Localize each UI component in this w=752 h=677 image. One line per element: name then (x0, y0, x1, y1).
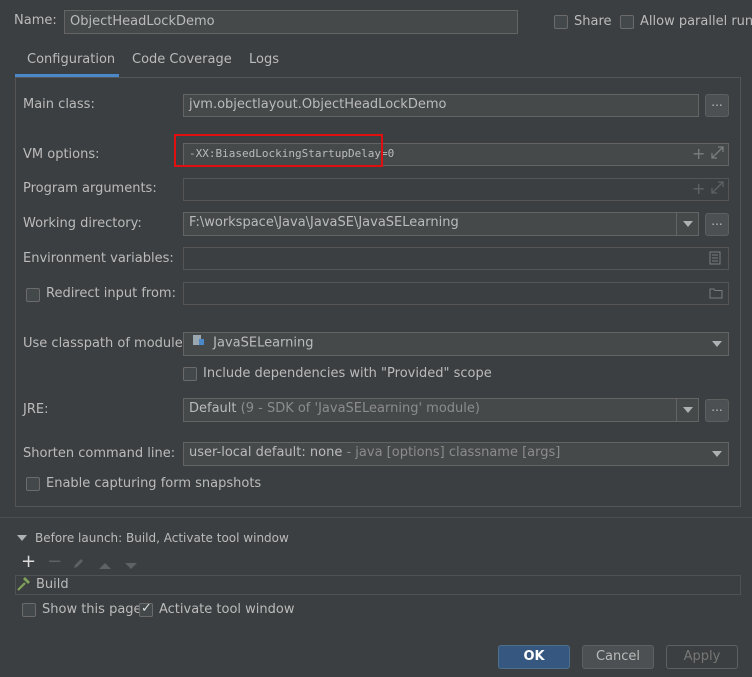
folder-icon[interactable] (709, 287, 723, 303)
environment-variables-edit-icon[interactable] (709, 251, 721, 269)
show-this-page-checkbox[interactable] (22, 603, 36, 617)
allow-parallel-label: Allow parallel run (640, 14, 752, 29)
before-launch-title[interactable]: Before launch: Build, Activate tool wind… (35, 531, 289, 545)
jre-label: JRE: (23, 402, 49, 417)
list-item[interactable]: Build (16, 576, 416, 594)
remove-icon[interactable]: − (47, 553, 62, 571)
classpath-module-label: Use classpath of module: (23, 336, 188, 351)
vm-options-add-icon[interactable]: + (692, 144, 705, 163)
ok-button[interactable]: OK (498, 645, 570, 669)
build-item-label: Build (36, 577, 69, 592)
environment-variables-input[interactable] (183, 247, 729, 270)
show-this-page-label: Show this page (42, 602, 142, 617)
classpath-module-dropdown-icon[interactable] (706, 333, 728, 355)
edit-icon[interactable] (73, 557, 85, 573)
vm-options-expand-icon[interactable] (711, 146, 724, 163)
redirect-input-field[interactable] (183, 282, 729, 305)
main-class-browse-button[interactable]: ... (705, 94, 729, 117)
activate-tool-window-checkbox[interactable] (139, 601, 153, 617)
highlight-box (174, 134, 383, 167)
tab-logs[interactable]: Logs (249, 52, 279, 67)
cancel-button[interactable]: Cancel (582, 645, 654, 669)
redirect-input-label: Redirect input from: (46, 286, 176, 301)
main-class-input[interactable]: jvm.objectlayout.ObjectHeadLockDemo (183, 94, 699, 117)
move-down-icon[interactable] (125, 559, 137, 574)
apply-button[interactable]: Apply (666, 645, 738, 669)
shorten-command-line-combo[interactable]: user-local default: none - java [options… (183, 442, 729, 466)
shorten-command-line-label: Shorten command line: (23, 446, 176, 461)
divider (0, 517, 752, 518)
jre-browse-button[interactable]: ... (705, 399, 729, 422)
name-input[interactable]: ObjectHeadLockDemo (64, 10, 518, 34)
include-dependencies-label: Include dependencies with "Provided" sco… (203, 366, 492, 381)
working-directory-dropdown-icon[interactable] (676, 213, 698, 235)
add-icon[interactable]: + (21, 553, 36, 571)
main-class-label: Main class: (23, 97, 95, 112)
working-directory-browse-button[interactable]: ... (705, 213, 729, 236)
classpath-module-combo[interactable]: JavaSELearning (183, 332, 729, 356)
jre-combo[interactable]: Default (9 - SDK of 'JavaSELearning' mod… (183, 398, 699, 422)
classpath-module-value: JavaSELearning (213, 335, 314, 351)
jre-value-main: Default (189, 401, 237, 416)
shorten-value-detail: - java [options] classname [args] (346, 445, 561, 460)
working-directory-label: Working directory: (23, 216, 142, 231)
working-directory-value: F:\workspace\Java\JavaSE\JavaSELearning (189, 215, 459, 230)
program-arguments-input[interactable] (183, 178, 729, 201)
working-directory-combo[interactable]: F:\workspace\Java\JavaSE\JavaSELearning (183, 212, 699, 236)
shorten-value-main: user-local default: none (189, 445, 343, 460)
shorten-dropdown-icon[interactable] (706, 443, 728, 465)
hammer-icon (16, 577, 31, 596)
jre-value-detail: (9 - SDK of 'JavaSELearning' module) (240, 401, 480, 416)
vm-options-label: VM options: (23, 147, 100, 162)
tab-code-coverage[interactable]: Code Coverage (132, 52, 232, 67)
enable-snapshots-label: Enable capturing form snapshots (46, 476, 262, 491)
include-dependencies-checkbox[interactable] (183, 367, 197, 381)
program-arguments-label: Program arguments: (23, 181, 157, 196)
module-icon (192, 333, 205, 353)
tab-configuration[interactable]: Configuration (27, 52, 115, 67)
jre-dropdown-icon[interactable] (676, 399, 698, 421)
share-checkbox[interactable] (554, 15, 568, 29)
allow-parallel-checkbox[interactable] (620, 15, 634, 29)
environment-variables-label: Environment variables: (23, 251, 174, 266)
program-arguments-add-icon[interactable]: + (692, 179, 705, 198)
redirect-input-checkbox[interactable] (26, 288, 40, 302)
activate-tool-window-label: Activate tool window (159, 602, 295, 617)
share-label: Share (574, 14, 612, 29)
move-up-icon[interactable] (99, 559, 111, 574)
collapse-triangle-icon[interactable] (17, 531, 27, 546)
program-arguments-expand-icon[interactable] (711, 181, 724, 198)
enable-snapshots-checkbox[interactable] (26, 477, 40, 491)
name-label: Name: (14, 13, 57, 28)
